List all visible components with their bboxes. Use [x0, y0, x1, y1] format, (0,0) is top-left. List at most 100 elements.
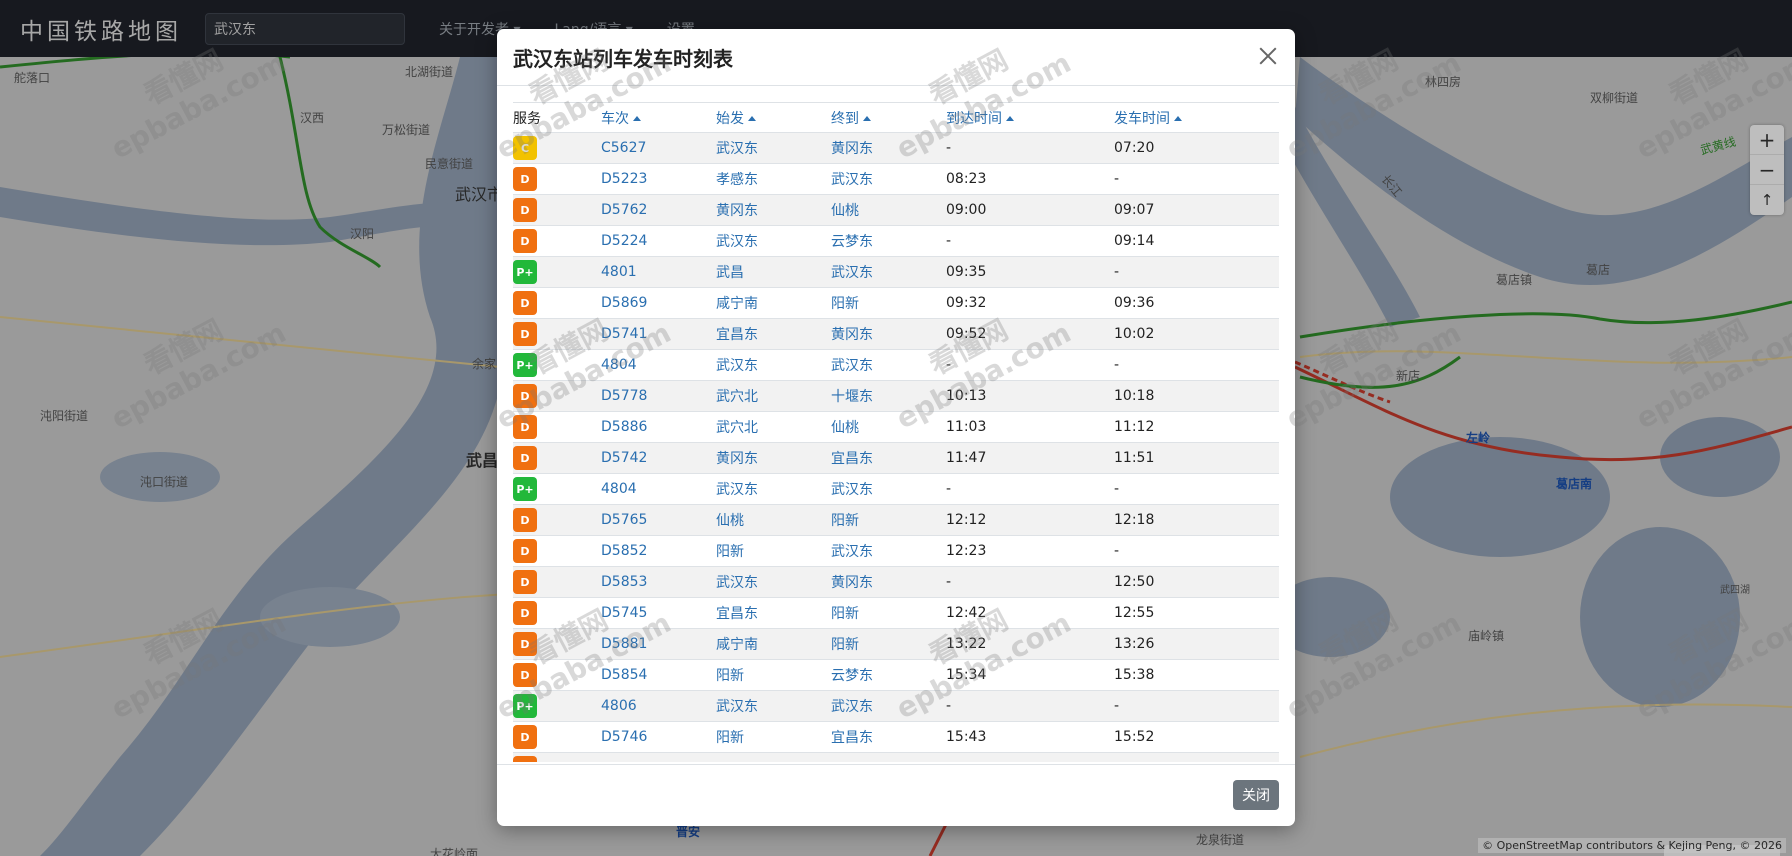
service-badge: D	[513, 570, 537, 594]
destination-cell	[831, 752, 946, 762]
train-link[interactable]: 4804	[601, 357, 637, 373]
destination-link[interactable]: 武汉东	[831, 358, 873, 374]
train-link[interactable]: D5745	[601, 605, 647, 621]
table-row[interactable]: D D5762 黄冈东 仙桃 09:00 09:07	[513, 194, 1279, 226]
arrival-cell: 13:22	[946, 628, 1114, 660]
destination-link[interactable]: 阳新	[831, 513, 859, 529]
origin-link[interactable]: 武穴北	[716, 389, 758, 405]
train-link[interactable]: D5886	[601, 419, 647, 435]
origin-link[interactable]: 咸宁南	[716, 296, 758, 312]
table-row[interactable]: D D5886 武穴北 仙桃 11:03 11:12	[513, 411, 1279, 443]
destination-link[interactable]: 十堰东	[831, 389, 873, 405]
origin-link[interactable]: 仙桃	[716, 513, 744, 529]
service-badge: D	[513, 229, 537, 253]
destination-link[interactable]: 武汉东	[831, 699, 873, 715]
train-link[interactable]: D5765	[601, 512, 647, 528]
close-button[interactable]: 关闭	[1233, 780, 1279, 810]
table-row[interactable]: D D5854 阳新 云梦东 15:34 15:38	[513, 659, 1279, 691]
column-header-arrival[interactable]: 到达时间	[946, 102, 1114, 133]
origin-link[interactable]: 武汉东	[716, 482, 758, 498]
train-link[interactable]: D5778	[601, 388, 647, 404]
train-link[interactable]: D5741	[601, 326, 647, 342]
train-link[interactable]: 4801	[601, 264, 637, 280]
modal-footer: 关闭	[497, 764, 1295, 826]
train-link[interactable]: D5853	[601, 574, 647, 590]
table-row[interactable]: D D5223 孝感东 武汉东 08:23-	[513, 163, 1279, 195]
destination-link[interactable]: 阳新	[831, 296, 859, 312]
table-row[interactable]: D D5746 阳新 宜昌东 15:43 15:52	[513, 721, 1279, 753]
table-row[interactable]: C C5627 武汉东 黄冈东 -07:20	[513, 132, 1279, 164]
train-link[interactable]: D5852	[601, 543, 647, 559]
origin-link[interactable]: 宜昌东	[716, 327, 758, 343]
train-link[interactable]: D5869	[601, 295, 647, 311]
origin-link[interactable]: 武汉东	[716, 575, 758, 591]
origin-link[interactable]: 黄冈东	[716, 451, 758, 467]
train-link[interactable]: D5742	[601, 450, 647, 466]
column-header-train[interactable]: 车次	[601, 102, 716, 133]
train-link[interactable]: D5223	[601, 171, 647, 187]
table-row[interactable]: D D5881 咸宁南 阳新 13:22 13:26	[513, 628, 1279, 660]
origin-link[interactable]: 武汉东	[716, 141, 758, 157]
train-link[interactable]: D5746	[601, 729, 647, 745]
service-badge: C	[513, 136, 537, 160]
table-row[interactable]: P+ 4804 武汉东 武汉东 - -	[513, 349, 1279, 381]
destination-link[interactable]: 黄冈东	[831, 141, 873, 157]
table-row[interactable]: P+ 4806 武汉东 武汉东 - -	[513, 690, 1279, 722]
destination-link[interactable]: 武汉东	[831, 544, 873, 560]
column-header-destination[interactable]: 终到	[831, 102, 946, 133]
table-row[interactable]: D D5765 仙桃 阳新 12:12 12:18	[513, 504, 1279, 536]
table-row[interactable]: P+ 4804 武汉东 武汉东 - -	[513, 473, 1279, 505]
destination-link[interactable]: 黄冈东	[831, 575, 873, 591]
origin-link[interactable]: 阳新	[716, 730, 744, 746]
origin-link[interactable]: 武汉东	[716, 358, 758, 374]
destination-link[interactable]: 云梦东	[831, 668, 873, 684]
table-row[interactable]: D	[513, 752, 1279, 762]
train-link[interactable]: 4804	[601, 481, 637, 497]
table-row[interactable]: D D5224 武汉东 云梦东 -09:14	[513, 225, 1279, 257]
service-cell: D	[513, 442, 601, 474]
train-link[interactable]: C5627	[601, 140, 646, 156]
train-link[interactable]: D5762	[601, 202, 647, 218]
destination-link[interactable]: 阳新	[831, 606, 859, 622]
close-icon[interactable]	[1255, 43, 1281, 69]
origin-link[interactable]: 阳新	[716, 544, 744, 560]
destination-link[interactable]: 武汉东	[831, 172, 873, 188]
origin-link[interactable]: 武汉东	[716, 234, 758, 250]
origin-cell: 武汉东	[716, 132, 831, 164]
destination-cell: 黄冈东	[831, 318, 946, 350]
column-header-departure[interactable]: 发车时间	[1114, 102, 1279, 133]
destination-link[interactable]: 宜昌东	[831, 730, 873, 746]
service-badge: D	[513, 167, 537, 191]
origin-link[interactable]: 黄冈东	[716, 203, 758, 219]
modal-body[interactable]: 服务 车次 始发 终到 到达时间 发车时间 C C5627 武汉东 黄冈东 -07:20…	[513, 102, 1279, 762]
origin-link[interactable]: 武昌	[716, 265, 744, 281]
train-link[interactable]: 4806	[601, 698, 637, 714]
arrival-cell: 12:23	[946, 535, 1114, 567]
train-link[interactable]: D5224	[601, 233, 647, 249]
destination-link[interactable]: 黄冈东	[831, 327, 873, 343]
train-link[interactable]: D5881	[601, 636, 647, 652]
origin-link[interactable]: 孝感东	[716, 172, 758, 188]
origin-link[interactable]: 宜昌东	[716, 606, 758, 622]
origin-link[interactable]: 武穴北	[716, 420, 758, 436]
table-row[interactable]: D D5745 宜昌东 阳新 12:42 12:55	[513, 597, 1279, 629]
table-row[interactable]: P+ 4801 武昌 武汉东 09:35-	[513, 256, 1279, 288]
table-row[interactable]: D D5778 武穴北 十堰东 10:13 10:18	[513, 380, 1279, 412]
destination-link[interactable]: 阳新	[831, 637, 859, 653]
origin-link[interactable]: 咸宁南	[716, 637, 758, 653]
destination-link[interactable]: 云梦东	[831, 234, 873, 250]
destination-link[interactable]: 仙桃	[831, 420, 859, 436]
origin-link[interactable]: 武汉东	[716, 699, 758, 715]
train-link[interactable]: D5854	[601, 667, 647, 683]
origin-link[interactable]: 阳新	[716, 668, 744, 684]
destination-link[interactable]: 武汉东	[831, 265, 873, 281]
destination-link[interactable]: 宜昌东	[831, 451, 873, 467]
destination-link[interactable]: 仙桃	[831, 203, 859, 219]
table-row[interactable]: D D5742 黄冈东 宜昌东 11:47 11:51	[513, 442, 1279, 474]
column-header-origin[interactable]: 始发	[716, 102, 831, 133]
table-row[interactable]: D D5853 武汉东 黄冈东 -12:50	[513, 566, 1279, 598]
destination-link[interactable]: 武汉东	[831, 482, 873, 498]
table-row[interactable]: D D5852 阳新 武汉东 12:23-	[513, 535, 1279, 567]
table-row[interactable]: D D5741 宜昌东 黄冈东 09:52 10:02	[513, 318, 1279, 350]
table-row[interactable]: D D5869 咸宁南 阳新 09:32 09:36	[513, 287, 1279, 319]
